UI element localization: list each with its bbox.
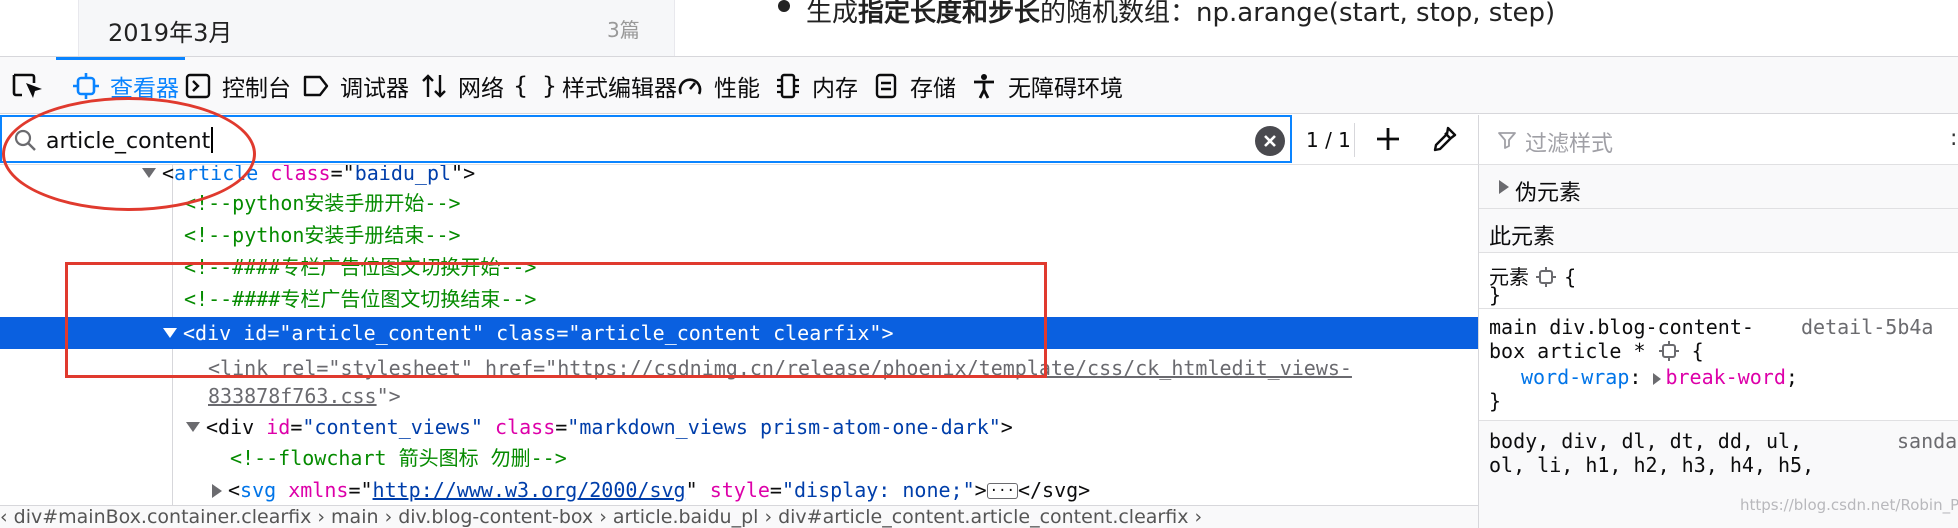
list-bullet (778, 0, 790, 12)
filter-icon (1498, 132, 1516, 149)
tab-console-label: 控制台 (222, 76, 291, 102)
web-page-background: 2019年3月 3篇 生成指定长度和步长的随机数组：np.arange(star… (0, 0, 1958, 56)
watermark: https://blog.csdn.net/Robin_Pi (1740, 496, 1958, 514)
tab-storage-label: 存储 (910, 76, 956, 102)
plus-icon (1377, 128, 1399, 150)
expand-ellipsis-button[interactable]: ··· (986, 483, 1018, 499)
tab-memory[interactable]: 内存 (772, 57, 858, 115)
tab-network[interactable]: 网络 (418, 57, 504, 115)
rule-source-link[interactable]: sanda (1897, 429, 1957, 453)
markup-node-svg[interactable]: <svg xmlns="http://www.w3.org/2000/svg" … (0, 474, 1478, 505)
pseudo-elements-section[interactable]: 伪元素 (1479, 165, 1958, 209)
inspector-icon (70, 70, 102, 102)
css-rule-word-wrap[interactable]: main div.blog-content- detail-5b4a box a… (1479, 309, 1958, 421)
tab-memory-label: 内存 (812, 76, 858, 102)
archive-count: 3篇 (607, 18, 640, 42)
toolbar-divider (1354, 123, 1355, 157)
rule-source-link[interactable]: detail-5b4a (1801, 315, 1933, 339)
markup-node-link-continued[interactable]: 833878f763.css"> (0, 380, 1478, 412)
rules-panel: 伪元素 此元素 元素 { } main div.blog-content- de… (1478, 165, 1958, 528)
clear-search-button[interactable] (1255, 126, 1285, 156)
node-highlight-icon[interactable] (1658, 340, 1680, 362)
tab-debugger-label: 调试器 (340, 76, 409, 102)
annotation-rectangle (65, 262, 1047, 378)
tab-style-editor-label: 样式编辑器 (562, 76, 677, 102)
article-text: 生成指定长度和步长的随机数组：np.arange(start, stop, st… (806, 0, 1556, 28)
css-property-value[interactable]: break-word (1665, 365, 1785, 389)
element-picker-icon (12, 73, 42, 98)
eyedropper-icon (1433, 126, 1457, 152)
tab-accessibility-label: 无障碍环境 (1008, 76, 1123, 102)
tab-style-editor[interactable]: { } 样式编辑器 (513, 57, 677, 115)
storage-icon (870, 70, 902, 102)
collapse-toggle-icon[interactable] (212, 484, 222, 498)
annotation-ellipse (2, 97, 256, 211)
memory-icon (772, 70, 804, 102)
close-icon (1264, 135, 1276, 147)
expand-toggle-icon[interactable] (186, 422, 200, 432)
accessibility-icon (968, 70, 1000, 102)
this-element-title: 此元素 (1489, 225, 1556, 250)
tab-performance[interactable]: 性能 (674, 57, 760, 115)
devtools-toolbar: 查看器 控制台 调试器 网络 { } 样式编辑器 性能 内存 存储 无障碍环境 (0, 56, 1958, 114)
css-property-name[interactable]: word-wrap (1521, 365, 1629, 389)
rules-filter-placeholder: 过滤样式 (1525, 132, 1614, 157)
network-icon (418, 70, 450, 102)
collapse-toggle-icon (1499, 180, 1509, 194)
markup-comment[interactable]: <!--flowchart 箭头图标 勿删--> (0, 442, 1478, 474)
node-highlight-icon[interactable] (1535, 266, 1557, 288)
pseudo-elements-title: 伪元素 (1515, 181, 1582, 206)
console-icon (182, 70, 214, 102)
color-picker-button[interactable] (1428, 123, 1460, 155)
archive-month-link[interactable]: 2019年3月 (108, 13, 232, 48)
element-picker-button[interactable] (10, 69, 48, 103)
debugger-icon (300, 70, 332, 102)
this-element-section: 此元素 (1479, 209, 1958, 253)
pseudo-class-toggle[interactable]: : (1950, 126, 1957, 151)
tab-accessibility[interactable]: 无障碍环境 (968, 57, 1123, 115)
markup-node-content-views[interactable]: <div id="content_views" class="markdown_… (0, 411, 1478, 443)
rules-filter-input[interactable]: 过滤样式 (1478, 115, 1958, 165)
search-match-count: 1 / 1 (1306, 128, 1351, 152)
performance-icon (674, 70, 706, 102)
expand-value-icon[interactable] (1653, 373, 1662, 385)
tab-network-label: 网络 (458, 76, 504, 102)
tab-performance-label: 性能 (714, 76, 760, 102)
element-style-rule[interactable]: 元素 { } (1479, 253, 1958, 309)
tab-storage[interactable]: 存储 (870, 57, 956, 115)
style-editor-icon: { } (513, 72, 557, 100)
add-node-button[interactable] (1372, 123, 1404, 155)
markup-comment[interactable]: <!--python安装手册结束--> (0, 219, 1478, 251)
tab-debugger[interactable]: 调试器 (300, 57, 409, 115)
breadcrumb[interactable]: ‹ div#mainBox.container.clearfix › main … (0, 505, 1478, 528)
